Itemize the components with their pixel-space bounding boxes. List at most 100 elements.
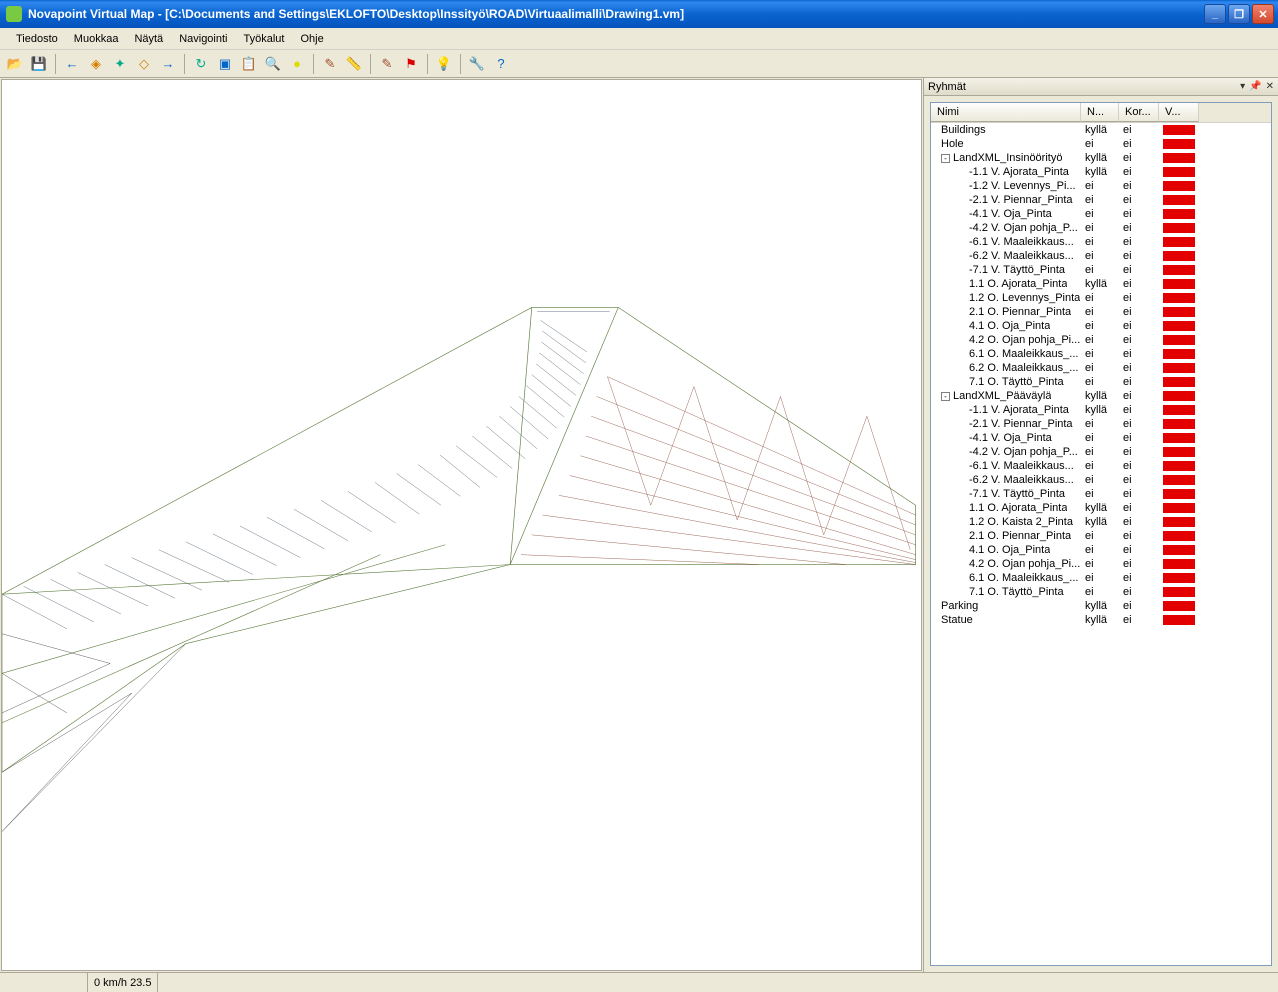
color-swatch[interactable] <box>1163 321 1195 331</box>
nav-rotate-icon[interactable]: ◇ <box>133 53 155 75</box>
color-swatch[interactable] <box>1163 615 1195 625</box>
tree-row[interactable]: 4.1 O. Oja_Pintaeiei <box>931 319 1271 333</box>
color-swatch[interactable] <box>1163 447 1195 457</box>
color-swatch[interactable] <box>1163 279 1195 289</box>
color-swatch[interactable] <box>1163 489 1195 499</box>
color-swatch[interactable] <box>1163 307 1195 317</box>
tree-row[interactable]: -4.2 V. Ojan pohja_P...eiei <box>931 221 1271 235</box>
color-swatch[interactable] <box>1163 349 1195 359</box>
box-icon[interactable]: ▣ <box>214 53 236 75</box>
arrow-left-icon[interactable]: ← <box>61 53 83 75</box>
nav-orbit-icon[interactable]: ◈ <box>85 53 107 75</box>
open-icon[interactable]: 📂 <box>4 53 26 75</box>
col-header-name[interactable]: Nimi <box>931 103 1081 122</box>
tree-row[interactable]: -2.1 V. Piennar_Pintaeiei <box>931 193 1271 207</box>
ruler-icon[interactable]: 📏 <box>343 53 365 75</box>
tree-row[interactable]: Parkingkylläei <box>931 599 1271 613</box>
color-swatch[interactable] <box>1163 517 1195 527</box>
collapse-icon[interactable]: - <box>941 392 950 401</box>
color-swatch[interactable] <box>1163 181 1195 191</box>
arrow-right-icon[interactable]: → <box>157 53 179 75</box>
color-swatch[interactable] <box>1163 405 1195 415</box>
color-swatch[interactable] <box>1163 223 1195 233</box>
tree-row[interactable]: 1.2 O. Levennys_Pintaeiei <box>931 291 1271 305</box>
tree-row[interactable]: -1.2 V. Levennys_Pi...eiei <box>931 179 1271 193</box>
color-swatch[interactable] <box>1163 377 1195 387</box>
lamp-icon[interactable]: 💡 <box>433 53 455 75</box>
tree-row[interactable]: 1.1 O. Ajorata_Pintakylläei <box>931 277 1271 291</box>
tree-row[interactable]: 1.2 O. Kaista 2_Pintakylläei <box>931 515 1271 529</box>
menu-view[interactable]: Näytä <box>126 31 171 47</box>
tree-row[interactable]: Buildingskylläei <box>931 123 1271 137</box>
panel-dropdown-icon[interactable]: ▾ <box>1240 81 1245 92</box>
col-header-kor[interactable]: Kor... <box>1119 103 1159 122</box>
menu-tools[interactable]: Työkalut <box>236 31 293 47</box>
tree-row[interactable]: 4.1 O. Oja_Pintaeiei <box>931 543 1271 557</box>
tree-row[interactable]: 2.1 O. Piennar_Pintaeiei <box>931 305 1271 319</box>
edit-icon[interactable]: ✎ <box>376 53 398 75</box>
tree-row[interactable]: Holeeiei <box>931 137 1271 151</box>
tree-row[interactable]: Statuekylläei <box>931 613 1271 627</box>
color-swatch[interactable] <box>1163 363 1195 373</box>
tree-row[interactable]: -1.1 V. Ajorata_Pintakylläei <box>931 403 1271 417</box>
3d-viewport[interactable] <box>1 79 922 971</box>
panel-pin-icon[interactable]: 📌 <box>1249 81 1261 92</box>
color-swatch[interactable] <box>1163 293 1195 303</box>
nav-move-icon[interactable]: ✦ <box>109 53 131 75</box>
tree-row[interactable]: 1.1 O. Ajorata_Pintakylläei <box>931 501 1271 515</box>
color-swatch[interactable] <box>1163 195 1195 205</box>
tree-row[interactable]: 7.1 O. Täyttö_Pintaeiei <box>931 375 1271 389</box>
tree-row[interactable]: -4.1 V. Oja_Pintaeiei <box>931 431 1271 445</box>
color-swatch[interactable] <box>1163 559 1195 569</box>
color-swatch[interactable] <box>1163 503 1195 513</box>
color-swatch[interactable] <box>1163 461 1195 471</box>
tree-row[interactable]: 6.1 O. Maaleikkaus_...eiei <box>931 347 1271 361</box>
circle-icon[interactable]: ● <box>286 53 308 75</box>
minimize-button[interactable]: _ <box>1204 4 1226 24</box>
tree-row[interactable]: -7.1 V. Täyttö_Pintaeiei <box>931 487 1271 501</box>
color-swatch[interactable] <box>1163 475 1195 485</box>
refresh-icon[interactable]: ↻ <box>190 53 212 75</box>
color-swatch[interactable] <box>1163 391 1195 401</box>
tree-row[interactable]: -LandXML_Insinöörityökylläei <box>931 151 1271 165</box>
col-header-v[interactable]: V... <box>1159 103 1199 122</box>
color-swatch[interactable] <box>1163 167 1195 177</box>
close-button[interactable]: ✕ <box>1252 4 1274 24</box>
tree-row[interactable]: -6.2 V. Maaleikkaus...eiei <box>931 473 1271 487</box>
color-swatch[interactable] <box>1163 587 1195 597</box>
col-header-n[interactable]: N... <box>1081 103 1119 122</box>
tree-row[interactable]: 6.2 O. Maaleikkaus_...eiei <box>931 361 1271 375</box>
color-swatch[interactable] <box>1163 265 1195 275</box>
tree-row[interactable]: -2.1 V. Piennar_Pintaeiei <box>931 417 1271 431</box>
tree-row[interactable]: 2.1 O. Piennar_Pintaeiei <box>931 529 1271 543</box>
settings-icon[interactable]: 🔧 <box>466 53 488 75</box>
menu-help[interactable]: Ohje <box>292 31 331 47</box>
panel-close-icon[interactable]: ✕ <box>1266 81 1274 92</box>
color-swatch[interactable] <box>1163 153 1195 163</box>
zoom-icon[interactable]: 🔍 <box>262 53 284 75</box>
tree-row[interactable]: -4.1 V. Oja_Pintaeiei <box>931 207 1271 221</box>
tree-row[interactable]: -1.1 V. Ajorata_Pintakylläei <box>931 165 1271 179</box>
tree-row[interactable]: 4.2 O. Ojan pohja_Pi...eiei <box>931 333 1271 347</box>
color-swatch[interactable] <box>1163 545 1195 555</box>
color-swatch[interactable] <box>1163 237 1195 247</box>
tree-row[interactable]: 7.1 O. Täyttö_Pintaeiei <box>931 585 1271 599</box>
color-swatch[interactable] <box>1163 573 1195 583</box>
color-swatch[interactable] <box>1163 601 1195 611</box>
menu-navigate[interactable]: Navigointi <box>171 31 235 47</box>
color-swatch[interactable] <box>1163 125 1195 135</box>
flag-icon[interactable]: ⚑ <box>400 53 422 75</box>
tree-row[interactable]: -4.2 V. Ojan pohja_P...eiei <box>931 445 1271 459</box>
tree-row[interactable]: -6.2 V. Maaleikkaus...eiei <box>931 249 1271 263</box>
tree-row[interactable]: -6.1 V. Maaleikkaus...eiei <box>931 459 1271 473</box>
color-swatch[interactable] <box>1163 433 1195 443</box>
collapse-icon[interactable]: - <box>941 154 950 163</box>
tree-row[interactable]: 4.2 O. Ojan pohja_Pi...eiei <box>931 557 1271 571</box>
measure-icon[interactable]: ✎ <box>319 53 341 75</box>
tree-row[interactable]: 6.1 O. Maaleikkaus_...eiei <box>931 571 1271 585</box>
menu-file[interactable]: Tiedosto <box>8 31 66 47</box>
tree-row[interactable]: -6.1 V. Maaleikkaus...eiei <box>931 235 1271 249</box>
color-swatch[interactable] <box>1163 139 1195 149</box>
color-swatch[interactable] <box>1163 209 1195 219</box>
panel-header[interactable]: Ryhmät ▾ 📌 ✕ <box>924 78 1278 96</box>
